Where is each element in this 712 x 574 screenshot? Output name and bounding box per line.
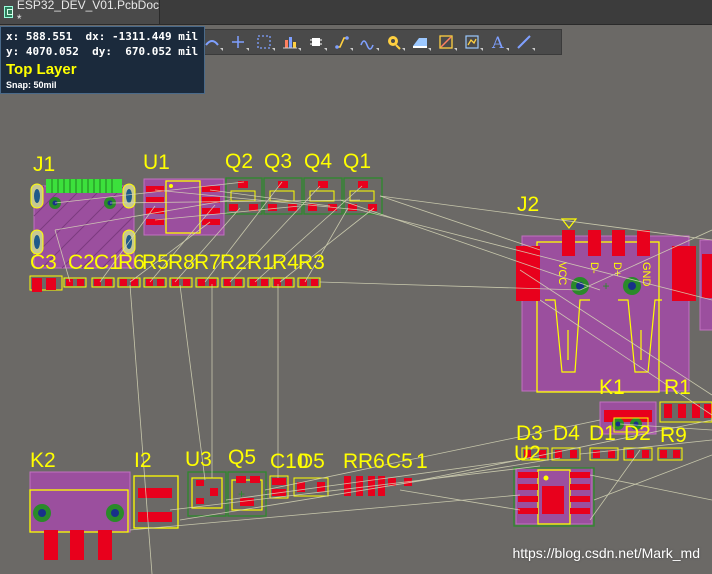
polygon-tool[interactable]: [433, 30, 459, 54]
hud-row-y: y: 4070.052 dy: 670.052 mil: [6, 45, 198, 58]
bottom-passive-row: [269, 475, 412, 499]
designator-q2: Q2: [225, 150, 253, 173]
crosshair-tool[interactable]: [225, 30, 251, 54]
designator-r6b: R6: [358, 450, 385, 473]
designator-c3: C3: [30, 251, 57, 274]
designator-r3: R3: [298, 251, 325, 274]
q-transistor-row: [225, 177, 383, 215]
designator-c2: C2: [68, 251, 95, 274]
designator-c5: C5: [386, 450, 413, 473]
diff-pair-tool[interactable]: [355, 30, 381, 54]
usb-label-vcc: VCC: [556, 262, 568, 285]
document-tab[interactable]: ESP32_DEV_V01.PcbDoc *: [0, 0, 160, 26]
designator-k2: K2: [30, 449, 56, 472]
designator-j1: J1: [33, 153, 55, 176]
u3-q5-footprints: +: [187, 471, 267, 517]
designator-r7: R7: [194, 251, 221, 274]
crosshair-icon: [232, 36, 244, 48]
passive-row-pads: [29, 275, 321, 292]
hud-y-label: y:: [6, 45, 20, 58]
text-icon: A: [491, 34, 504, 50]
document-tab-title: ESP32_DEV_V01.PcbDoc *: [16, 0, 159, 26]
designator-q4: Q4: [304, 150, 332, 173]
dimension-icon: [465, 35, 479, 49]
designator-r1b: R1: [664, 376, 691, 399]
pcb-canvas[interactable]: + VCC D- D+ GND + J1 U1 Q2 Q3 Q4 Q1 J2 C…: [0, 25, 712, 574]
designator-k1: K1: [599, 376, 625, 399]
dimension-tool[interactable]: [459, 30, 485, 54]
designator-u3: U3: [185, 448, 212, 471]
component-icon: [310, 38, 322, 46]
usb-label-dm: D-: [588, 262, 600, 274]
designator-q5: Q5: [228, 446, 256, 469]
hud-dy-label: dy:: [92, 45, 112, 58]
hud-current-layer: Top Layer: [6, 61, 77, 78]
designator-q3: Q3: [264, 150, 292, 173]
fill-icon: [413, 38, 427, 48]
designator-r6: R6: [118, 251, 145, 274]
heads-up-display: x: 588.551 dx: -1311.449 mil y: 4070.052…: [0, 26, 205, 94]
designator-c1: C1: [94, 251, 121, 274]
k2-body: [29, 471, 131, 533]
pcb-document-icon: [4, 6, 13, 18]
via-tool[interactable]: [381, 30, 407, 54]
designator-r8: R8: [168, 251, 195, 274]
u1-pin1-dot: [169, 184, 173, 188]
select-rect-tool[interactable]: [251, 30, 277, 54]
j2-body: [521, 235, 690, 392]
polygon-icon: [439, 35, 453, 49]
align-icon: [283, 37, 297, 49]
designator-r9: R9: [660, 424, 687, 447]
text-tool[interactable]: A: [485, 30, 511, 54]
designator-r: R: [343, 450, 358, 473]
pcb-active-toolbar: A: [198, 29, 562, 55]
select-rect-icon: [257, 35, 271, 49]
designator-d5: D5: [298, 450, 325, 473]
align-tool[interactable]: [277, 30, 303, 54]
route-icon: [205, 40, 219, 46]
fill-tool[interactable]: [407, 30, 433, 54]
component-tool[interactable]: [303, 30, 329, 54]
designator-u1: U1: [143, 151, 170, 174]
designator-q1: Q1: [343, 150, 371, 173]
j1-pin-strip: [46, 179, 122, 193]
via-icon: [388, 36, 401, 50]
interactive-route-icon: [335, 36, 349, 49]
diff-pair-icon: [360, 40, 374, 50]
hud-dy-value: 670.052 mil: [125, 45, 199, 58]
hud-x-value: 588.551: [25, 30, 73, 43]
hud-y-value: 4070.052: [25, 45, 79, 58]
hud-snap-value: Snap: 50mil: [6, 80, 57, 90]
line-icon: [517, 35, 531, 49]
designator-j2: J2: [517, 193, 539, 216]
interactive-route-tool[interactable]: [329, 30, 355, 54]
designator-d2: D2: [624, 422, 651, 445]
usb-label-dp: D+: [611, 262, 623, 276]
svg-text:+: +: [238, 487, 245, 501]
designator-d4: D4: [553, 422, 580, 445]
designator-r2: R2: [220, 251, 247, 274]
hud-dx-value: -1311.449 mil: [111, 30, 199, 43]
hud-row-x: x: 588.551 dx: -1311.449 mil: [6, 30, 198, 43]
svg-text:+: +: [602, 279, 609, 293]
hud-dx-label: dx:: [85, 30, 106, 43]
designator-1: 1: [416, 450, 428, 473]
designator-r5: R5: [142, 251, 169, 274]
watermark-text: https://blog.csdn.net/Mark_md: [512, 545, 700, 561]
designator-r1: R1: [247, 251, 274, 274]
hud-x-label: x:: [6, 30, 20, 43]
designator-u2: U2: [514, 442, 541, 465]
designator-d1: D1: [589, 422, 616, 445]
line-tool[interactable]: [511, 30, 537, 54]
i2-footprint: [133, 475, 179, 529]
designator-i2: I2: [134, 449, 152, 472]
svg-text:A: A: [491, 34, 504, 50]
designator-r4: R4: [272, 251, 299, 274]
document-tab-bar: ESP32_DEV_V01.PcbDoc *: [0, 0, 712, 26]
